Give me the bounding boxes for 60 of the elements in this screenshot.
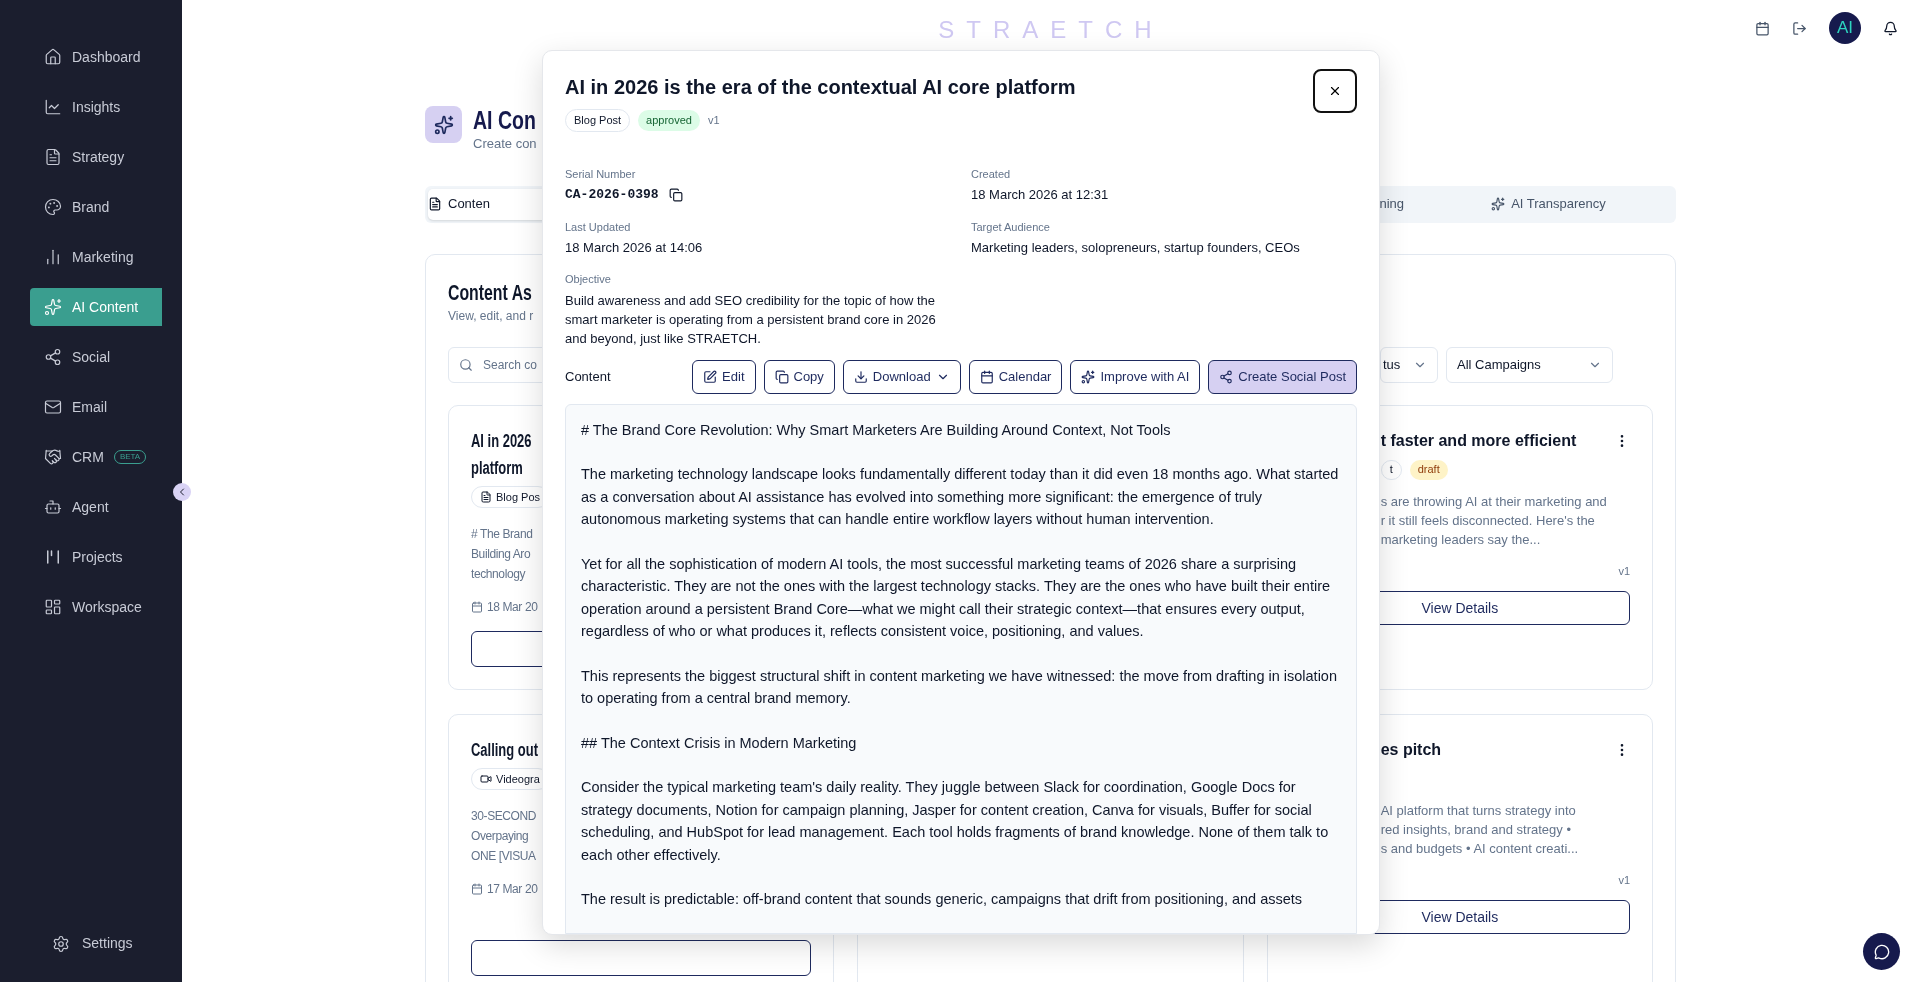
page-subtitle: Create con <box>473 135 537 153</box>
content-paragraph: # The Brand Core Revolution: Why Smart Marketers Are Building Around Context, Not Tools <box>581 420 1172 440</box>
version-label: v1 <box>1618 872 1630 888</box>
field-value: Build awareness and add SEO credibility for the topic of how the smart marketer is operating from a persistent brand core in 2026 and beyond, just like STRAETCH. <box>565 291 937 348</box>
card-date: 17 Mar 20 <box>487 880 538 898</box>
panel-title: Content As <box>448 278 532 307</box>
card-excerpt: AI platform that turns strategy into <box>1380 801 1577 820</box>
settings-label: Settings <box>82 934 133 953</box>
card-excerpt: marketing leaders say the... <box>1380 530 1542 549</box>
card-excerpt: ONE [VISUA <box>471 847 536 865</box>
field-value: 18 March 2026 at 12:31 <box>971 186 1110 204</box>
field-value: Marketing leaders, solopreneurs, startup founders, CEOs <box>971 239 1301 257</box>
card-date: 18 Mar 20 <box>487 598 538 616</box>
panel-subtitle: View, edit, and r <box>448 307 534 325</box>
content-paragraph: The marketing technology landscape looks fundamentally different today than it did even 18 months ago. What started as a conversation about AI assistance has evolved into something more significant: the emergence of truly autonomous marketing systems that can handle entire workflow layers without human intervention. <box>581 465 1340 529</box>
sidebar-label: Dashboard <box>72 47 141 67</box>
card-excerpt: red insights, brand and strategy • <box>1380 820 1572 839</box>
card-title: platform <box>471 456 523 480</box>
field-label: Last Updated <box>565 219 632 235</box>
content-label: Content <box>565 367 611 386</box>
card-title: Calling out <box>471 738 538 762</box>
sidebar-label: Brand <box>72 197 110 217</box>
field-label: Serial Number <box>565 166 637 182</box>
content-paragraph: Consider the typical marketing team's daily reality. They juggle between Slack for coordination, Google Docs for strategy documents, Notion for campaign planning, Jasper for content creation, Canva for visuals, Buffer for social scheduling, and HubSpot for lead management. Each tool holds fragments of brand knowledge. None of them talk to each other effectively. <box>581 778 1330 865</box>
sidebar-label: Projects <box>72 547 123 567</box>
sidebar-label: Marketing <box>72 247 134 267</box>
card-excerpt: s and budgets • AI content creati... <box>1380 839 1580 858</box>
card-title: t faster and more efficient <box>1380 430 1577 451</box>
version-label: v1 <box>1618 563 1630 579</box>
card-excerpt: s are throwing AI at their marketing and <box>1380 492 1608 511</box>
card-excerpt: r it still feels disconnected. Here's the <box>1380 511 1596 530</box>
page-title: AI Con <box>473 106 536 134</box>
field-label: Objective <box>565 272 612 287</box>
content-paragraph: ## The Context Crisis in Modern Marketing <box>581 733 858 753</box>
sidebar-label: Agent <box>72 497 109 517</box>
sidebar-label: Workspace <box>72 597 142 617</box>
sidebar-label: Strategy <box>72 147 125 167</box>
sidebar-label: Insights <box>72 97 121 117</box>
tag: draft <box>1409 459 1448 480</box>
card-excerpt: Overpaying <box>471 827 529 845</box>
card-title: es pitch <box>1380 739 1442 760</box>
dialog-title: AI in 2026 is the era of the contextual AI core platform <box>565 75 1076 100</box>
content-paragraph: This represents the biggest structural shift in content marketing we have witnessed: the move from drafting in isolation to operating from a central brand memory. <box>581 666 1338 708</box>
field-label: Created <box>971 166 1012 182</box>
sidebar-label: Email <box>72 397 107 417</box>
tag: approved <box>638 110 700 131</box>
card-excerpt: technology <box>471 565 526 583</box>
field-label: Target Audience <box>971 219 1051 235</box>
tag: Blog Post <box>565 109 631 132</box>
sidebar-label: AI Content <box>72 297 139 317</box>
tag: t <box>1380 459 1402 480</box>
card-title: AI in 2026 <box>471 429 532 453</box>
sidebar-label: Social <box>72 347 111 367</box>
field-value: 18 March 2026 at 14:06 <box>565 239 704 257</box>
serial-number: CA-2026-0398 <box>565 186 659 204</box>
sidebar-label: CRM <box>72 447 104 467</box>
version-label: v1 <box>707 113 720 128</box>
card-excerpt: Building Aro <box>471 545 531 563</box>
card-excerpt: # The Brand <box>471 525 533 543</box>
card-excerpt: 30-SECOND <box>471 807 537 825</box>
